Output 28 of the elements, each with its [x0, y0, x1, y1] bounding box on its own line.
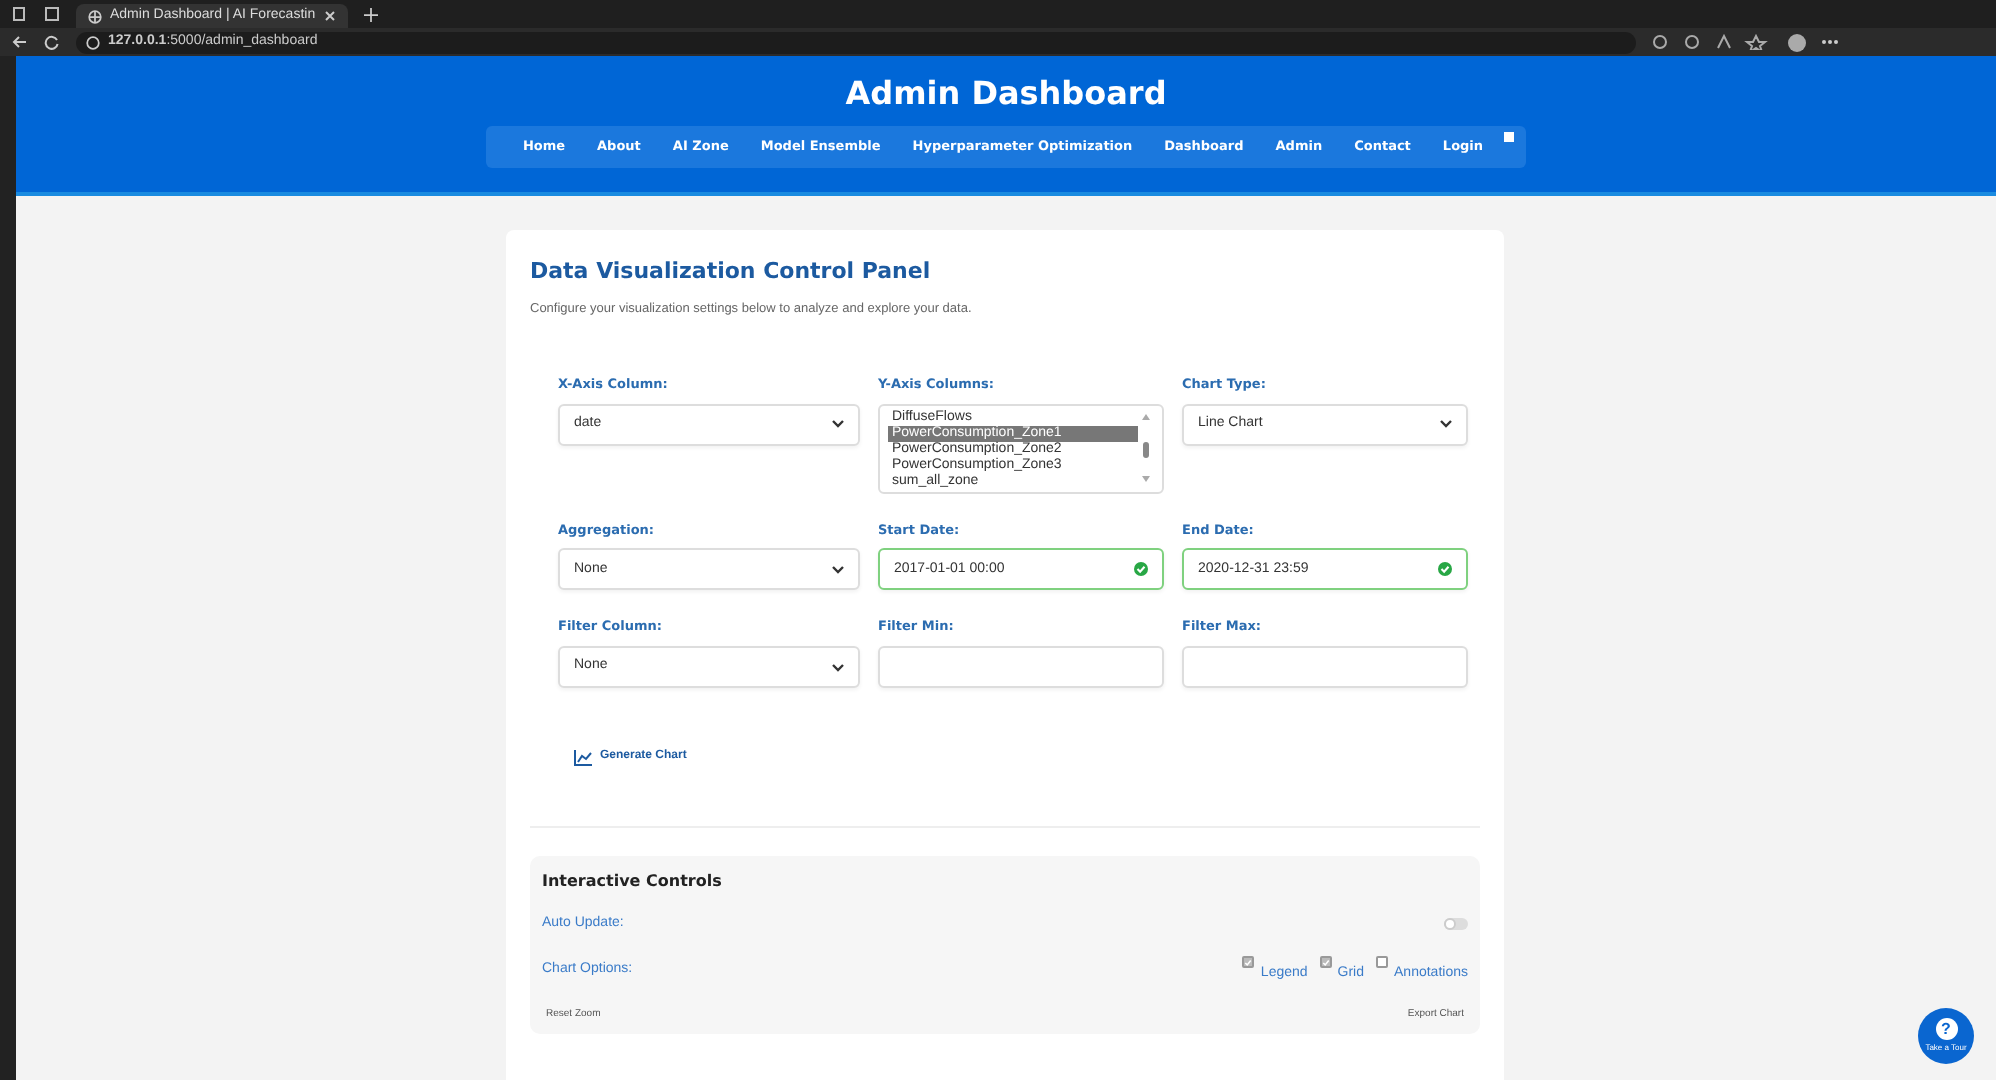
chevron-icon — [832, 420, 844, 429]
new-tab-icon[interactable] — [363, 7, 378, 21]
site-title: Admin Dashboard — [845, 74, 1167, 113]
auto-update-toggle[interactable] — [1444, 918, 1468, 931]
scrollbar[interactable] — [1138, 409, 1154, 486]
workspaces-icon[interactable] — [12, 6, 28, 22]
more-icon[interactable] — [1822, 38, 1838, 46]
chevron-icon — [832, 565, 844, 574]
check-icon — [1438, 562, 1452, 577]
checkbox[interactable] — [1319, 956, 1332, 969]
globe-icon — [88, 9, 102, 23]
check-icon — [1134, 562, 1148, 577]
checkbox[interactable] — [1242, 956, 1255, 969]
close-icon[interactable] — [323, 10, 336, 22]
line-chart-icon — [574, 749, 592, 766]
refresh-icon[interactable] — [44, 34, 60, 50]
back-icon[interactable] — [12, 34, 28, 50]
chevron-icon — [1440, 420, 1452, 429]
profile-icon[interactable] — [1788, 33, 1806, 51]
info-icon — [86, 35, 100, 49]
checkbox[interactable] — [1376, 956, 1389, 969]
section-title: Interactive Controls — [542, 872, 724, 892]
tab-actions-icon[interactable] — [44, 6, 60, 22]
menu-toggle-icon[interactable] — [1503, 132, 1514, 143]
input-field[interactable] — [878, 646, 1164, 689]
chevron-icon — [832, 663, 844, 672]
panel-title: Data Visualization Control Panel — [530, 258, 933, 285]
input-field[interactable] — [1182, 646, 1468, 689]
